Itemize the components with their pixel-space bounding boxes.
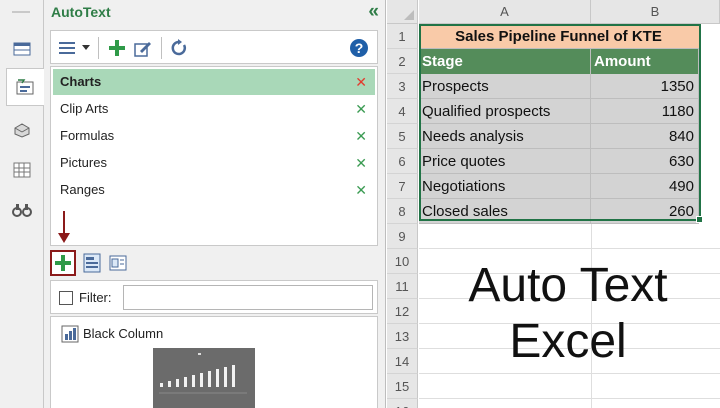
row-header[interactable]: 11	[387, 274, 418, 299]
grip-handle[interactable]	[12, 11, 30, 13]
entry-preview-panel: Black Column	[50, 316, 378, 408]
category-label: Ranges	[60, 182, 105, 197]
row-header[interactable]: 6	[387, 149, 418, 174]
autotext-icon[interactable]	[6, 68, 45, 106]
caption-line-2: Excel	[509, 315, 627, 368]
list-item[interactable]: Ranges ✕	[53, 177, 375, 203]
row-header[interactable]: 10	[387, 249, 418, 274]
column-header-b[interactable]: B	[591, 0, 720, 24]
add-icon[interactable]	[105, 36, 129, 60]
column-header-a[interactable]: A	[419, 0, 591, 24]
delete-category-icon[interactable]: ✕	[355, 123, 367, 149]
grid-line	[419, 398, 720, 399]
filter-input[interactable]	[123, 285, 373, 310]
row-header[interactable]: 9	[387, 224, 418, 249]
delete-category-icon[interactable]: ✕	[355, 150, 367, 176]
refresh-icon[interactable]	[167, 36, 191, 60]
amount-cell[interactable]: 630	[591, 149, 699, 174]
list-item[interactable]: Charts ✕	[53, 69, 375, 95]
amount-cell[interactable]: 840	[591, 124, 699, 149]
delete-category-icon[interactable]: ✕	[355, 69, 367, 95]
amount-header-cell[interactable]: Amount	[591, 49, 699, 74]
name-manager-icon[interactable]	[8, 37, 36, 61]
category-label: Formulas	[60, 128, 115, 143]
row-header[interactable]: 13	[387, 324, 418, 349]
edit-icon[interactable]	[131, 36, 155, 60]
chart-thumbnail[interactable]	[153, 348, 255, 408]
list-item[interactable]: Formulas ✕	[53, 123, 375, 149]
row-header[interactable]: 16	[387, 399, 418, 408]
caption-line-1: Auto Text	[468, 259, 668, 312]
amount-cell[interactable]: 260	[591, 199, 699, 224]
toolbar-separator	[98, 37, 99, 59]
list-item[interactable]: Pictures ✕	[53, 150, 375, 176]
svg-text:?: ?	[355, 40, 364, 56]
amount-cell[interactable]: 1180	[591, 99, 699, 124]
row-header[interactable]: 5	[387, 124, 418, 149]
category-label: Charts	[60, 74, 102, 89]
row-header[interactable]: 4	[387, 99, 418, 124]
row-header[interactable]: 12	[387, 299, 418, 324]
side-rail	[0, 0, 45, 408]
stage-cell[interactable]: Closed sales	[419, 199, 591, 224]
grid-line	[419, 248, 720, 249]
category-label: Pictures	[60, 155, 107, 170]
pointer-arrow-icon	[58, 211, 70, 243]
collapse-pane-button[interactable]: «	[368, 1, 379, 23]
stage-header-cell[interactable]: Stage	[419, 49, 591, 74]
list-item[interactable]: Clip Arts ✕	[53, 96, 375, 122]
autotext-pane: AutoText « ? Charts ✕ Clip Arts ✕ Formul…	[44, 0, 386, 408]
category-list: Charts ✕ Clip Arts ✕ Formulas ✕ Pictures…	[50, 66, 378, 246]
row-header[interactable]: 15	[387, 374, 418, 399]
fill-handle[interactable]	[696, 216, 703, 223]
chart-entry-icon	[61, 325, 79, 348]
filter-checkbox[interactable]	[59, 291, 73, 305]
row-header[interactable]: 3	[387, 74, 418, 99]
amount-cell[interactable]: 1350	[591, 74, 699, 99]
stage-cell[interactable]: Needs analysis	[419, 124, 591, 149]
table-title-cell[interactable]: Sales Pipeline Funnel of KTE	[419, 24, 699, 49]
find-icon[interactable]	[8, 198, 36, 222]
add-autotext-button[interactable]	[50, 250, 76, 276]
row-header[interactable]: 14	[387, 349, 418, 374]
column-list-icon[interactable]	[8, 118, 36, 142]
delete-entry-icon[interactable]	[106, 250, 130, 276]
stage-cell[interactable]: Price quotes	[419, 149, 591, 174]
category-label: Clip Arts	[60, 101, 109, 116]
grid-line	[419, 373, 720, 374]
row-header[interactable]: 7	[387, 174, 418, 199]
caption-overlay: Auto Text Excel	[428, 258, 708, 370]
preview-entry-title[interactable]: Black Column	[83, 326, 163, 341]
delete-category-icon[interactable]: ✕	[355, 177, 367, 203]
row-header[interactable]: 1	[387, 24, 418, 49]
row-header[interactable]: 8	[387, 199, 418, 224]
toolbar-separator	[161, 37, 162, 59]
stage-cell[interactable]: Qualified prospects	[419, 99, 591, 124]
filter-label: Filter:	[79, 290, 112, 305]
filter-bar: Filter:	[50, 280, 378, 314]
select-all-button[interactable]	[387, 0, 418, 24]
amount-cell[interactable]: 490	[591, 174, 699, 199]
pane-title: AutoText	[51, 4, 111, 20]
pane-toolbar: ?	[50, 30, 378, 64]
delete-category-icon[interactable]: ✕	[355, 96, 367, 122]
stage-cell[interactable]: Prospects	[419, 74, 591, 99]
table-view-icon[interactable]	[8, 158, 36, 182]
stage-cell[interactable]: Negotiations	[419, 174, 591, 199]
row-header[interactable]: 2	[387, 49, 418, 74]
rename-icon[interactable]	[80, 250, 104, 276]
list-view-icon[interactable]	[55, 36, 79, 60]
dropdown-icon[interactable]	[79, 36, 93, 60]
help-icon[interactable]: ?	[347, 36, 371, 60]
